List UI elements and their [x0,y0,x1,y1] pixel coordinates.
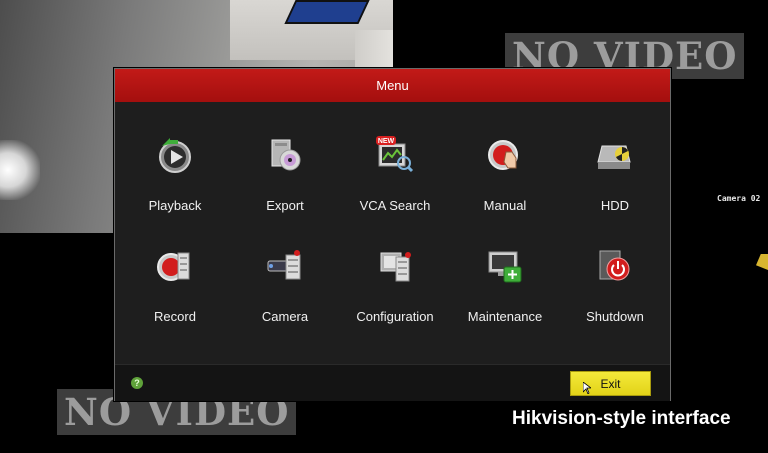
menu-item-label: HDD [600,198,630,213]
menu-item-vca-search[interactable]: NEW VCA Search [340,124,450,229]
menu-footer: ? Exit [115,364,670,401]
camera-name-label: Camera 02 [717,194,761,203]
menu-item-camera[interactable]: Camera [230,235,340,340]
menu-item-label: Maintenance [467,309,543,324]
menu-grid: Playback Export NEW VCA Search Manual HD… [115,102,670,364]
menu-item-label: Manual [483,198,527,213]
menu-item-playback[interactable]: Playback [120,124,230,229]
menu-item-label: Camera [261,309,309,324]
manual-record-icon [488,140,518,170]
menu-item-label: Playback [148,198,202,213]
light-glow [0,140,40,200]
configuration-icon [380,252,411,282]
menu-item-export[interactable]: Export [230,124,340,229]
menu-item-label: Export [266,198,304,213]
menu-item-label: Shutdown [586,309,644,324]
camera-icon [267,250,301,280]
playback-icon [159,138,191,173]
main-menu-dialog: Menu Playback Export NEW VCA Search Manu… [114,68,671,401]
vca-search-icon: NEW [376,136,414,173]
menu-item-maintenance[interactable]: Maintenance [450,235,560,340]
menu-item-label: VCA Search [359,198,431,213]
menu-item-label: Configuration [356,309,434,324]
mouse-cursor-icon [583,382,591,394]
record-icon [157,252,190,281]
menu-item-shutdown[interactable]: Shutdown [560,235,670,340]
menu-item-configuration[interactable]: Configuration [340,235,450,340]
exit-button-label: Exit [600,377,621,391]
menu-item-hdd[interactable]: HDD [560,124,670,229]
menu-item-label: Record [154,309,196,324]
hdd-icon [597,145,631,169]
ceiling-fixture [284,0,370,24]
menu-title: Menu [115,69,670,103]
maintenance-icon [488,251,522,283]
menu-item-manual[interactable]: Manual [450,124,560,229]
export-icon [271,139,301,171]
exit-button[interactable]: Exit [570,371,651,396]
menu-item-record[interactable]: Record [120,235,230,340]
shutdown-icon [599,250,630,281]
new-badge: NEW [378,138,395,145]
help-icon[interactable]: ? [131,377,143,389]
caption-overlay: Hikvision-style interface [512,408,731,429]
